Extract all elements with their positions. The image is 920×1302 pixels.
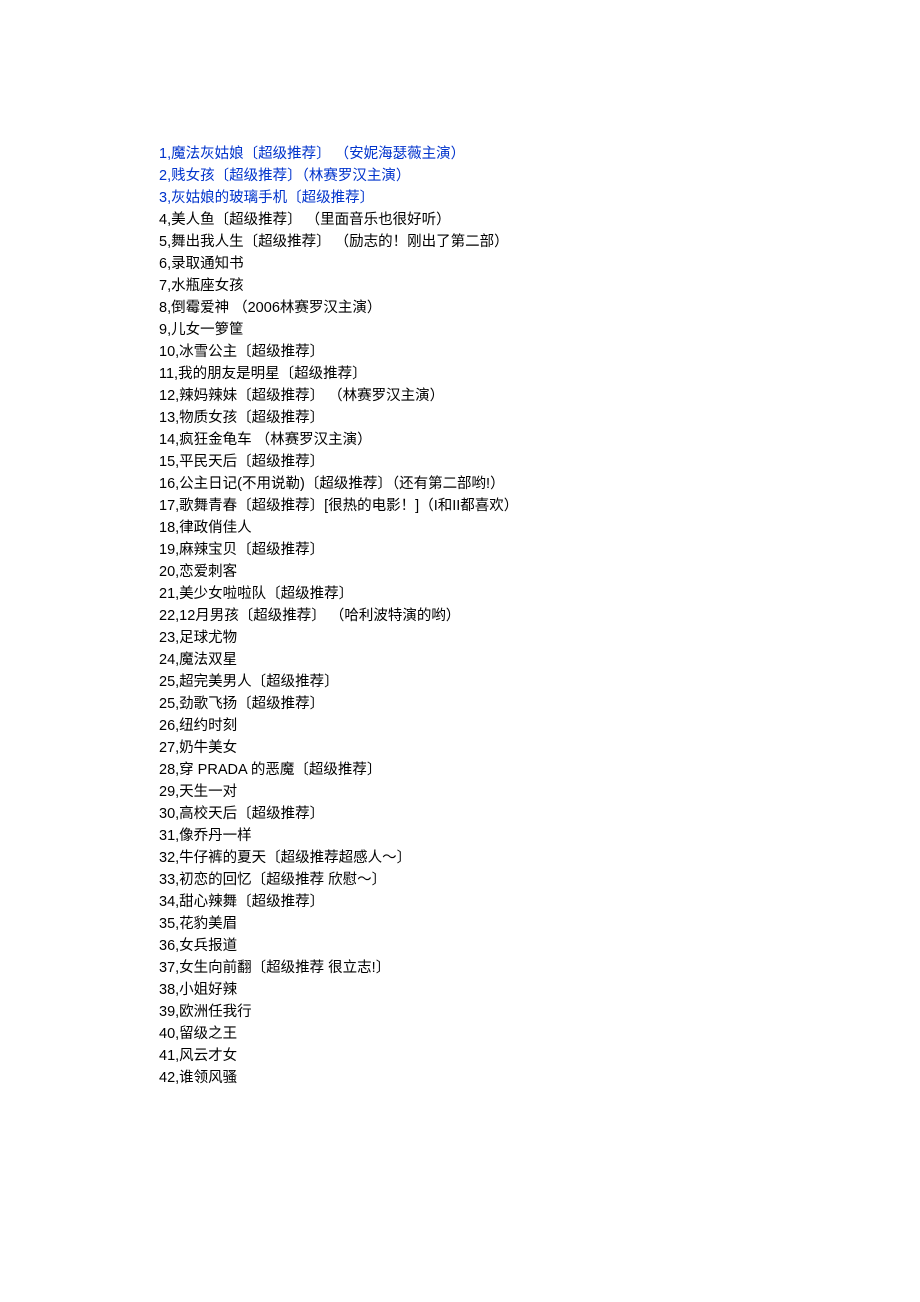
list-item: 25,劲歌飞扬〔超级推荐〕	[159, 693, 920, 715]
list-item: 31,像乔丹一样	[159, 825, 920, 847]
list-item: 34,甜心辣舞〔超级推荐〕	[159, 891, 920, 913]
list-item: 39,欧洲任我行	[159, 1001, 920, 1023]
list-item: 38,小姐好辣	[159, 979, 920, 1001]
list-item: 32,牛仔裤的夏天〔超级推荐超感人～〕	[159, 847, 920, 869]
list-item[interactable]: 1,魔法灰姑娘〔超级推荐〕 （安妮海瑟薇主演）	[159, 143, 920, 165]
list-item: 9,儿女一箩筐	[159, 319, 920, 341]
list-item[interactable]: 2,贱女孩〔超级推荐〕（林赛罗汉主演）	[159, 165, 920, 187]
list-item: 40,留级之王	[159, 1023, 920, 1045]
list-item: 21,美少女啦啦队〔超级推荐〕	[159, 583, 920, 605]
list-item: 33,初恋的回忆〔超级推荐 欣慰～〕	[159, 869, 920, 891]
list-item: 16,公主日记(不用说勒)〔超级推荐〕（还有第二部哟!）	[159, 473, 920, 495]
list-item: 18,律政俏佳人	[159, 517, 920, 539]
list-item: 29,天生一对	[159, 781, 920, 803]
list-item: 20,恋爱刺客	[159, 561, 920, 583]
list-item: 13,物质女孩〔超级推荐〕	[159, 407, 920, 429]
list-item: 42,谁领风骚	[159, 1067, 920, 1089]
list-item: 37,女生向前翻〔超级推荐 很立志!〕	[159, 957, 920, 979]
list-item: 19,麻辣宝贝〔超级推荐〕	[159, 539, 920, 561]
list-item: 10,冰雪公主〔超级推荐〕	[159, 341, 920, 363]
list-item: 30,高校天后〔超级推荐〕	[159, 803, 920, 825]
list-item: 4,美人鱼〔超级推荐〕 （里面音乐也很好听）	[159, 209, 920, 231]
list-item: 12,辣妈辣妹〔超级推荐〕 （林赛罗汉主演）	[159, 385, 920, 407]
list-item: 27,奶牛美女	[159, 737, 920, 759]
list-item: 8,倒霉爱神 （2006林赛罗汉主演）	[159, 297, 920, 319]
list-item: 26,纽约时刻	[159, 715, 920, 737]
list-item: 25,超完美男人〔超级推荐〕	[159, 671, 920, 693]
list-item: 35,花豹美眉	[159, 913, 920, 935]
list-item: 22,12月男孩〔超级推荐〕 （哈利波特演的哟）	[159, 605, 920, 627]
list-item: 28,穿 PRADA 的恶魔〔超级推荐〕	[159, 759, 920, 781]
list-item: 6,录取通知书	[159, 253, 920, 275]
list-item: 17,歌舞青春〔超级推荐〕[很热的电影！]（I和II都喜欢）	[159, 495, 920, 517]
movie-list: 1,魔法灰姑娘〔超级推荐〕 （安妮海瑟薇主演）2,贱女孩〔超级推荐〕（林赛罗汉主…	[159, 143, 920, 1089]
list-item: 15,平民天后〔超级推荐〕	[159, 451, 920, 473]
list-item: 14,疯狂金龟车 （林赛罗汉主演）	[159, 429, 920, 451]
list-item: 36,女兵报道	[159, 935, 920, 957]
list-item: 24,魔法双星	[159, 649, 920, 671]
list-item: 23,足球尤物	[159, 627, 920, 649]
list-item: 5,舞出我人生〔超级推荐〕 （励志的！刚出了第二部）	[159, 231, 920, 253]
document-page: 1,魔法灰姑娘〔超级推荐〕 （安妮海瑟薇主演）2,贱女孩〔超级推荐〕（林赛罗汉主…	[0, 0, 920, 1089]
list-item[interactable]: 3,灰姑娘的玻璃手机〔超级推荐〕	[159, 187, 920, 209]
list-item: 11,我的朋友是明星〔超级推荐〕	[159, 363, 920, 385]
list-item: 41,风云才女	[159, 1045, 920, 1067]
list-item: 7,水瓶座女孩	[159, 275, 920, 297]
